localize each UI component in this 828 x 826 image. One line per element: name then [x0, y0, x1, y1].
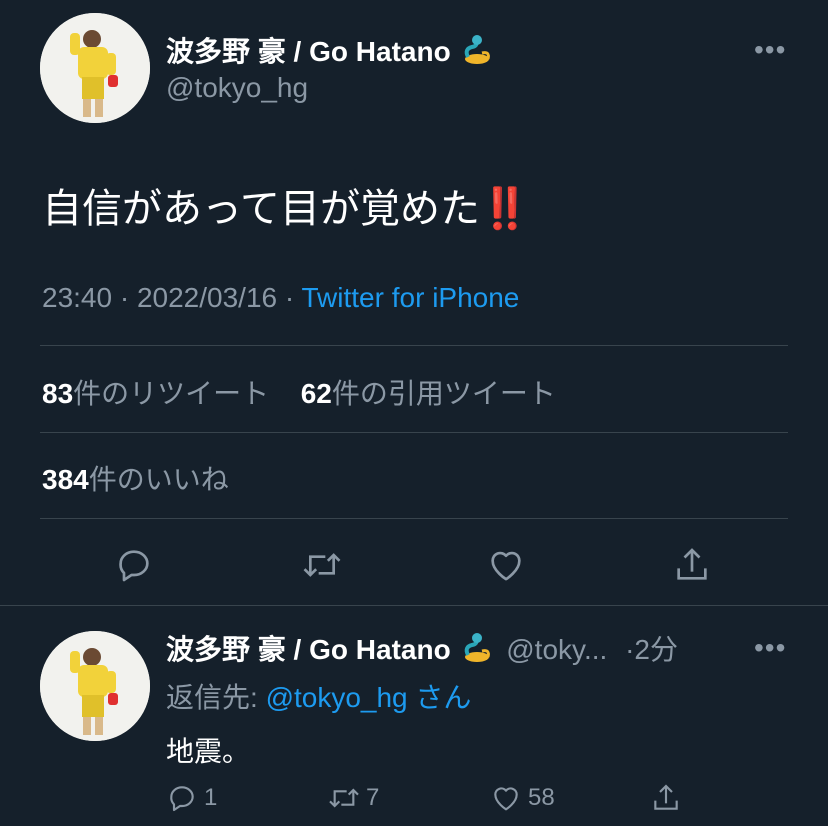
- likes-count: 384: [42, 464, 89, 495]
- section-divider: [0, 605, 828, 606]
- quotes-label: 件の引用ツイート: [331, 378, 556, 409]
- like-button[interactable]: [486, 545, 526, 585]
- share-icon: [677, 548, 707, 580]
- reply-share-button[interactable]: [650, 782, 682, 814]
- retweets-count: 83: [42, 378, 74, 409]
- like-icon: [494, 787, 518, 811]
- reply-icon: [119, 550, 149, 582]
- reply-author-avatar[interactable]: [40, 631, 150, 741]
- meta-separator: ·: [284, 282, 302, 313]
- reply-retweet-button[interactable]: 7: [326, 782, 379, 814]
- tweet-source-link[interactable]: Twitter for iPhone: [302, 282, 520, 313]
- reply-button[interactable]: [114, 545, 154, 585]
- reply-author-name[interactable]: 波多野 豪 / Go Hatano: [166, 634, 451, 665]
- reply-icon: [170, 786, 194, 812]
- likes-stat[interactable]: 384件のいいね: [42, 458, 229, 498]
- divider: [40, 432, 788, 433]
- reply-to-label: 返信先:: [166, 682, 258, 713]
- likes-label: 件のいいね: [88, 464, 229, 495]
- like-icon: [491, 551, 521, 581]
- author-handle[interactable]: @tokyo_hg: [166, 72, 308, 104]
- reply-text: 地震。: [166, 736, 251, 767]
- reply-age: ·2分: [625, 634, 678, 665]
- retweet-count: 7: [366, 784, 380, 811]
- reply-author-handle[interactable]: @toky...: [506, 634, 607, 665]
- tweet-time: 23:40: [42, 282, 113, 313]
- genie-emoji-icon: [460, 631, 494, 672]
- reply-reply-button[interactable]: 1: [166, 782, 217, 814]
- more-icon[interactable]: •••: [754, 634, 786, 662]
- avatar-image: [40, 631, 150, 741]
- divider: [40, 345, 788, 346]
- tweet-text: 自信があって目が覚めた‼️: [42, 187, 530, 231]
- reply-like-button[interactable]: 58: [490, 782, 555, 814]
- share-icon: [654, 784, 678, 810]
- genie-emoji-icon: [460, 33, 494, 74]
- meta-separator: ·: [119, 282, 137, 313]
- divider: [40, 518, 788, 519]
- like-count: 58: [528, 784, 555, 811]
- reply-to-handle[interactable]: @tokyo_hg: [266, 682, 408, 713]
- retweet-icon: [303, 553, 341, 577]
- retweet-button[interactable]: [300, 545, 344, 585]
- more-icon[interactable]: •••: [754, 36, 786, 64]
- author-name[interactable]: 波多野 豪 / Go Hatano: [166, 36, 451, 67]
- quotes-stat[interactable]: 62件の引用ツイート: [301, 378, 556, 409]
- avatar-image: [40, 13, 150, 123]
- retweets-label: 件のリツイート: [73, 378, 270, 409]
- share-button[interactable]: [672, 545, 712, 585]
- retweets-stat[interactable]: 83件のリツイート: [42, 378, 269, 409]
- quotes-count: 62: [300, 378, 332, 409]
- retweet-icon: [329, 788, 359, 808]
- reply-to-suffix: さん: [415, 682, 472, 713]
- reply-count: 1: [204, 784, 218, 811]
- tweet-date: 2022/03/16: [136, 282, 278, 313]
- author-avatar[interactable]: [40, 13, 150, 123]
